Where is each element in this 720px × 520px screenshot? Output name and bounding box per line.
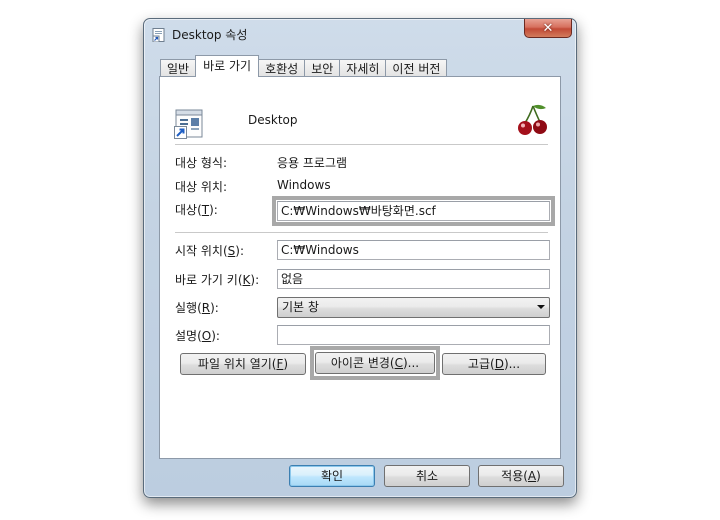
tab-compatibility[interactable]: 호환성 (258, 59, 306, 77)
start-in-field[interactable]: C:₩Windows (277, 240, 550, 260)
tab-details[interactable]: 자세히 (339, 59, 387, 77)
comment-field[interactable] (277, 325, 550, 345)
start-in-label: 시작 위치(S): (175, 244, 245, 258)
target-label: 대상(T): (175, 203, 218, 217)
run-select[interactable]: 기본 창 (277, 297, 550, 318)
close-button[interactable]: ✕ (524, 19, 572, 38)
tab-strip: 일반 바로 가기 호환성 보안 자세히 이전 버전 (160, 55, 448, 77)
run-select-value: 기본 창 (282, 300, 319, 314)
target-type-value: 응용 프로그램 (277, 156, 348, 170)
target-location-value: Windows (277, 178, 331, 192)
chevron-down-icon (537, 305, 545, 309)
shortcut-name: Desktop (248, 113, 298, 127)
properties-dialog: Desktop 속성 ✕ 일반 바로 가기 호환성 보안 자세히 이전 버전 D… (143, 18, 577, 498)
cancel-button[interactable]: 취소 (384, 465, 470, 487)
change-icon-button[interactable]: 아이콘 변경(C)... (315, 352, 435, 374)
header-separator (175, 144, 548, 145)
ok-button[interactable]: 확인 (289, 465, 375, 487)
tab-general[interactable]: 일반 (160, 59, 197, 77)
open-file-location-button[interactable]: 파일 위치 열기(F) (180, 353, 306, 375)
run-label: 실행(R): (175, 301, 219, 315)
tab-shortcut[interactable]: 바로 가기 (195, 55, 260, 77)
tab-previous-versions[interactable]: 이전 버전 (385, 59, 448, 77)
target-field[interactable]: C:₩Windows₩바탕화면.scf (277, 201, 550, 221)
shortcut-key-label: 바로 가기 키(K): (175, 273, 260, 287)
shortcut-key-field[interactable]: 없음 (277, 269, 550, 289)
target-type-label: 대상 형식: (175, 156, 228, 170)
close-icon: ✕ (542, 20, 554, 36)
shortcut-file-icon (174, 109, 203, 139)
cherry-logo-icon (518, 104, 547, 135)
shortcut-tab-panel: Desktop 대상 형식: 응용 프로그램 대상 위치: Windows 대상… (159, 76, 561, 459)
apply-button[interactable]: 적용(A) (478, 465, 564, 487)
shortcut-file-icon (152, 28, 165, 42)
target-location-label: 대상 위치: (175, 180, 228, 194)
target-separator (175, 232, 548, 233)
title-bar[interactable]: Desktop 속성 ✕ (144, 19, 576, 49)
advanced-button[interactable]: 고급(D)... (442, 353, 546, 375)
comment-label: 설명(O): (175, 329, 220, 343)
window-title: Desktop 속성 (172, 28, 248, 42)
tab-security[interactable]: 보안 (304, 59, 341, 77)
